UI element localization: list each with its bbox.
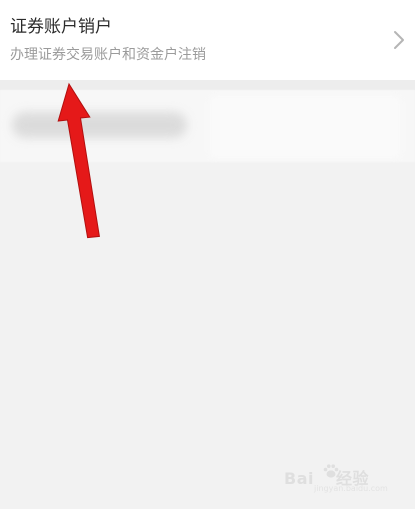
watermark: Bai 经验 jingyan.baidu.com xyxy=(284,461,399,493)
blurred-card-placeholder xyxy=(210,96,400,158)
account-closure-row[interactable]: 证券账户销户 办理证券交易账户和资金户注销 xyxy=(0,0,415,80)
paw-icon xyxy=(323,464,339,478)
watermark-subtext: jingyan.baidu.com xyxy=(314,484,388,493)
row-title: 证券账户销户 xyxy=(10,17,112,37)
chevron-right-icon xyxy=(394,31,404,49)
blurred-text-placeholder xyxy=(12,112,187,138)
section-separator xyxy=(0,80,415,90)
row-subtitle: 办理证券交易账户和资金户注销 xyxy=(10,47,206,63)
